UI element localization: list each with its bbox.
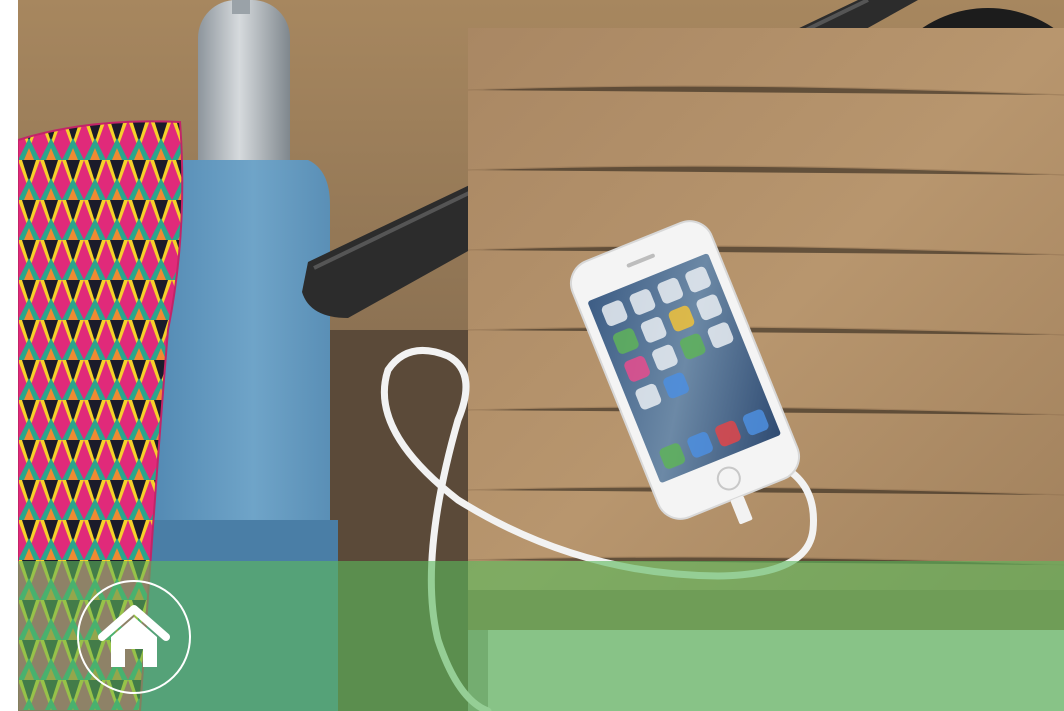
hero-image-frame	[18, 0, 1064, 711]
home-icon	[98, 605, 170, 667]
home-button[interactable]	[77, 580, 191, 694]
